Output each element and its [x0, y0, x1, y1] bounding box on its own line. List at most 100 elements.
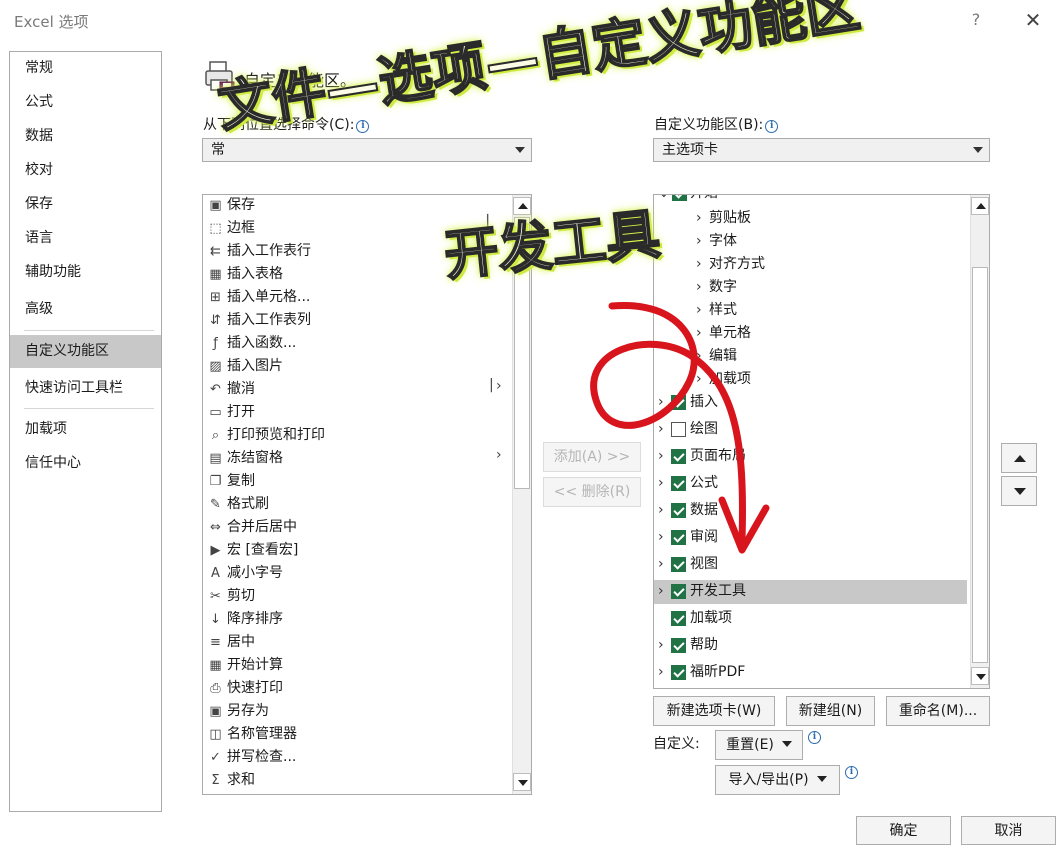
nav-item-proofing[interactable]: 校对 — [10, 154, 161, 187]
scroll-down-button[interactable] — [513, 773, 531, 791]
customize-ribbon-text: 自定义功能区(B): — [654, 117, 764, 133]
nav-item-advanced[interactable]: 高级 — [10, 293, 161, 326]
tab-checkbox[interactable] — [671, 557, 686, 572]
tree-group-item[interactable]: › 编辑 — [654, 345, 964, 368]
tab-checkbox[interactable] — [671, 476, 686, 491]
new-tab-button[interactable]: 新建选项卡(W) — [653, 696, 775, 726]
tab-label: 审阅 — [690, 529, 718, 545]
nav-item-add-ins[interactable]: 加载项 — [10, 413, 161, 446]
tree-tab-item[interactable]: › 帮助 — [654, 634, 967, 658]
command-item[interactable]: ⇔ 合并后居中 — [205, 516, 485, 539]
command-item[interactable]: ⎙ 快速打印 — [205, 677, 485, 700]
command-item[interactable]: ▭ 打开 — [205, 401, 485, 424]
ribbon-scrollbar[interactable] — [970, 195, 989, 688]
tree-group-item[interactable]: › 对齐方式 — [654, 253, 964, 276]
scroll-up-button[interactable] — [971, 197, 989, 215]
nav-item-accessibility[interactable]: 辅助功能 — [10, 256, 161, 289]
tab-checkbox[interactable] — [671, 638, 686, 653]
tree-tab-item[interactable]: › 数据 — [654, 499, 967, 523]
tab-checkbox[interactable] — [671, 530, 686, 545]
tree-tab-item[interactable]: › 视图 — [654, 553, 967, 577]
command-item[interactable]: ▶ 宏 [查看宏] — [205, 539, 485, 562]
tree-tab-item[interactable]: › 插入 — [654, 391, 967, 415]
nav-item-customize-ribbon[interactable]: 自定义功能区 — [10, 335, 161, 368]
command-item[interactable]: ↓ 降序排序 — [205, 608, 485, 631]
command-label: 插入函数... — [227, 335, 297, 351]
tree-group-item[interactable]: › 样式 — [654, 299, 964, 322]
move-up-button[interactable] — [1001, 443, 1037, 473]
chevron-right-icon: › — [696, 348, 702, 364]
commands-scrollbar[interactable] — [512, 195, 531, 794]
tree-group-item[interactable]: › 单元格 — [654, 322, 964, 345]
command-item[interactable]: ƒ 插入函数... — [205, 332, 485, 355]
tree-tab-item[interactable]: 加载项 — [654, 607, 967, 631]
ribbon-tree[interactable]: ⌄ 开始 › 剪贴板 › 字体 › 对齐方式 › 数字 › 样式 › 单元格 › 编辑 › 加载项 › 插入 › 绘图 › 页… — [653, 194, 990, 689]
command-item[interactable]: ▦ 开始计算 — [205, 654, 485, 677]
tree-tab-item[interactable]: › 福昕PDF — [654, 661, 967, 685]
tree-tab-item[interactable]: › 公式 — [654, 472, 967, 496]
add-button[interactable]: 添加(A) >> — [543, 442, 641, 472]
tab-checkbox[interactable] — [671, 449, 686, 464]
chevron-right-icon: › — [658, 556, 664, 572]
command-item[interactable]: ▣ 另存为 — [205, 700, 485, 723]
tab-checkbox[interactable] — [671, 422, 686, 437]
tree-tab-item[interactable]: ⌄ 开始 — [654, 195, 964, 205]
tree-group-item[interactable]: › 加载项 — [654, 368, 964, 391]
command-item[interactable]: ▤ 冻结窗格 — [205, 447, 485, 470]
command-item[interactable]: ▨ 插入图片 — [205, 355, 485, 378]
tab-checkbox[interactable] — [671, 665, 686, 680]
command-item[interactable]: ▦ 插入表格 — [205, 263, 485, 286]
nav-item-save[interactable]: 保存 — [10, 188, 161, 221]
command-item[interactable]: ✓ 拼写检查... — [205, 746, 485, 769]
tab-label: 数据 — [690, 502, 718, 518]
tree-tab-item[interactable]: › 审阅 — [654, 526, 967, 550]
close-button[interactable]: ✕ — [1022, 8, 1044, 32]
command-item[interactable]: ◫ 名称管理器 — [205, 723, 485, 746]
nav-item-data[interactable]: 数据 — [10, 120, 161, 153]
command-item[interactable]: Σ 求和 — [205, 769, 485, 792]
nav-item-formulas[interactable]: 公式 — [10, 86, 161, 119]
command-item[interactable]: A 减小字号 — [205, 562, 485, 585]
scroll-thumb[interactable] — [972, 267, 988, 663]
new-group-button[interactable]: 新建组(N) — [786, 696, 875, 726]
reset-dropdown-button[interactable]: 重置(E) — [715, 730, 803, 760]
import-export-dropdown-button[interactable]: 导入/导出(P) — [715, 765, 840, 795]
rename-button[interactable]: 重命名(M)... — [886, 696, 990, 726]
chevron-right-icon: › — [658, 637, 664, 653]
command-item[interactable]: ⇵ 插入工作表列 — [205, 309, 485, 332]
command-label: 插入单元格... — [227, 289, 311, 305]
tree-tab-item[interactable]: › 页面布局 — [654, 445, 967, 469]
command-item[interactable]: ⌕ 打印预览和打印 — [205, 424, 485, 447]
cancel-button[interactable]: 取消 — [961, 816, 1056, 845]
nav-item-general[interactable]: 常规 — [10, 52, 161, 85]
command-item[interactable]: ≡ 居中 — [205, 631, 485, 654]
nav-item-language[interactable]: 语言 — [10, 222, 161, 255]
tree-group-item[interactable]: › 数字 — [654, 276, 964, 299]
tree-group-item[interactable]: › 剪贴板 — [654, 207, 964, 230]
command-item[interactable]: ↶ 撤消 — [205, 378, 485, 401]
scroll-down-button[interactable] — [971, 667, 989, 685]
nav-item-quick-access-toolbar[interactable]: 快速访问工具栏 — [10, 372, 161, 405]
import-export-label: 导入/导出(P) — [728, 772, 809, 788]
ribbon-tabs-dropdown[interactable]: 主选项卡 — [653, 138, 990, 162]
command-item[interactable]: ✎ 格式刷 — [205, 493, 485, 516]
tab-checkbox[interactable] — [671, 611, 686, 626]
nav-item-trust-center[interactable]: 信任中心 — [10, 447, 161, 480]
help-button[interactable]: ? — [966, 10, 986, 32]
tree-tab-item[interactable]: › 绘图 — [654, 418, 967, 442]
command-item[interactable]: ✂ 剪切 — [205, 585, 485, 608]
tree-tab-item[interactable]: › 开发工具 — [654, 580, 967, 604]
tab-checkbox[interactable] — [672, 195, 687, 201]
tree-group-item[interactable]: › 字体 — [654, 230, 964, 253]
tab-checkbox[interactable] — [671, 503, 686, 518]
command-item[interactable]: ❐ 复制 — [205, 470, 485, 493]
commands-source-dropdown[interactable]: 常 — [202, 138, 532, 162]
tab-checkbox[interactable] — [671, 395, 686, 410]
ok-button[interactable]: 确定 — [856, 816, 951, 845]
tab-checkbox[interactable] — [671, 584, 686, 599]
chevron-right-icon: › — [658, 448, 664, 464]
move-down-button[interactable] — [1001, 476, 1037, 506]
copy-icon: ❐ — [209, 474, 222, 489]
remove-button[interactable]: << 删除(R) — [543, 477, 641, 507]
command-item[interactable]: ⊞ 插入单元格... — [205, 286, 485, 309]
